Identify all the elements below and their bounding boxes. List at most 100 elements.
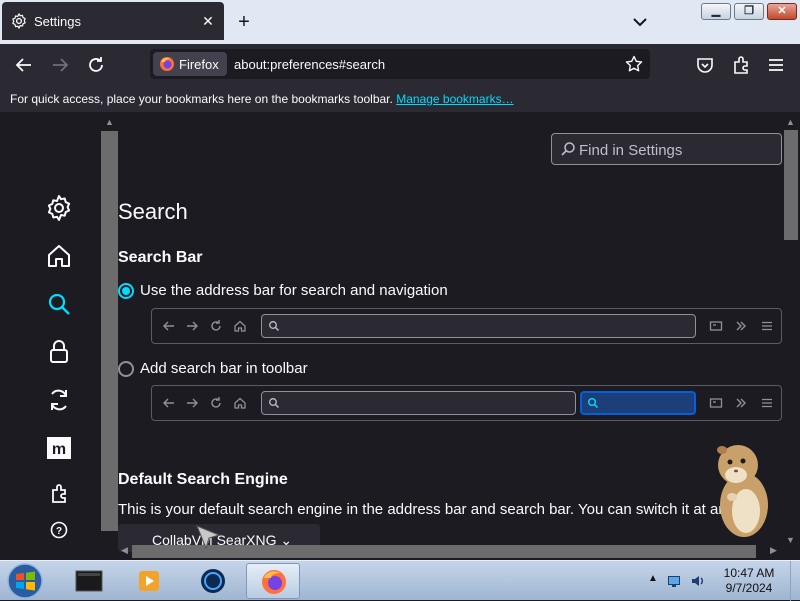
svg-text:?: ? <box>56 526 62 537</box>
reader-view-icon <box>709 398 723 408</box>
scroll-down-arrow[interactable]: ▼ <box>782 535 799 545</box>
tab-settings[interactable]: Settings ✕ <box>2 2 224 40</box>
scroll-up-arrow[interactable]: ▲ <box>101 117 118 127</box>
search-icon <box>588 398 599 409</box>
show-desktop-button[interactable] <box>790 561 800 601</box>
extensions-icon[interactable] <box>730 54 752 76</box>
start-button-icon[interactable] <box>4 562 46 600</box>
help-icon[interactable]: ? <box>44 515 74 545</box>
bookmark-star-icon[interactable] <box>625 55 643 73</box>
scroll-up-arrow[interactable]: ▲ <box>782 117 799 127</box>
default-engine-description: This is your default search engine in th… <box>118 501 735 518</box>
hamster-mascot <box>717 445 768 537</box>
reload-icon <box>211 320 221 331</box>
reload-icon <box>211 397 221 408</box>
find-in-settings[interactable] <box>551 133 782 165</box>
reader-view-icon <box>709 321 723 331</box>
minimize-button[interactable]: ▁ <box>701 3 731 20</box>
tab-label: Settings <box>34 13 81 29</box>
taskbar-item-firefox[interactable] <box>246 563 300 599</box>
sidebar-scrollbar[interactable]: ▲ <box>101 117 118 542</box>
taskbar-item-media-player[interactable] <box>122 563 176 599</box>
content-scrollbar[interactable]: ▲ ▼ <box>782 117 799 545</box>
back-arrow-icon[interactable] <box>13 54 35 76</box>
svg-text:m: m <box>52 441 66 458</box>
network-icon[interactable] <box>666 573 682 589</box>
close-tab-icon[interactable]: ✕ <box>200 13 216 29</box>
address-bar-preview <box>151 308 782 344</box>
identity-box[interactable]: Firefox <box>153 52 227 76</box>
mouse-cursor-icon <box>196 525 221 550</box>
address-bar[interactable]: Firefox about:preferences#search <box>150 49 650 79</box>
url-text[interactable]: about:preferences#search <box>234 57 385 72</box>
scroll-left-arrow[interactable]: ◀ <box>121 545 128 556</box>
radio-toolbar-search[interactable]: Add search bar in toolbar <box>118 360 308 377</box>
home-category-icon[interactable] <box>44 241 74 271</box>
overflow-chevrons-icon <box>736 321 746 331</box>
hamburger-menu-icon <box>762 398 772 408</box>
navigation-toolbar: Firefox about:preferences#search <box>0 44 800 86</box>
search-icon <box>269 321 279 331</box>
reload-icon[interactable] <box>85 54 107 76</box>
home-icon <box>234 320 246 332</box>
volume-icon[interactable] <box>690 573 706 589</box>
sync-icon[interactable] <box>44 385 74 415</box>
radio-address-bar[interactable]: Use the address bar for search and navig… <box>118 282 448 299</box>
forward-arrow-icon[interactable] <box>49 54 71 76</box>
radio-button-selected[interactable] <box>118 282 134 299</box>
search-bar-heading: Search Bar <box>118 249 203 266</box>
terminal-app-icon <box>75 570 103 592</box>
clock-time: 10:47 AM <box>723 566 775 580</box>
system-clock[interactable]: 10:47 AM 9/7/2024 <box>718 566 780 596</box>
radio-label: Add search bar in toolbar <box>140 360 308 377</box>
pocket-icon[interactable] <box>694 54 716 76</box>
back-arrow-icon <box>163 398 174 408</box>
identity-label: Firefox <box>179 56 219 72</box>
radio-label: Use the address bar for search and navig… <box>140 282 448 299</box>
lock-icon[interactable] <box>44 337 74 367</box>
bookmarks-hint-text: For quick access, place your bookmarks h… <box>10 92 393 106</box>
maximize-icon: ❐ <box>744 5 754 17</box>
preview-url-field <box>261 391 576 415</box>
search-icon <box>269 398 279 408</box>
globe-app-icon <box>201 569 225 593</box>
page-title: Search <box>118 199 188 224</box>
maximize-button[interactable]: ❐ <box>734 3 764 20</box>
taskbar-item-browser[interactable] <box>186 563 240 599</box>
home-icon <box>234 397 246 409</box>
close-icon: ✕ <box>777 5 787 17</box>
new-tab-button[interactable]: + <box>232 10 256 34</box>
close-window-button[interactable]: ✕ <box>767 3 797 20</box>
chevron-down-icon[interactable] <box>630 12 650 32</box>
search-category-icon[interactable] <box>44 289 74 319</box>
toolbar-search-preview <box>151 385 782 421</box>
back-arrow-icon <box>163 321 174 331</box>
tab-strip: Settings ✕ + ▁ ❐ ✕ <box>0 0 800 44</box>
scroll-right-arrow[interactable]: ▶ <box>770 545 777 556</box>
default-engine-heading: Default Search Engine <box>118 471 288 488</box>
clock-date: 9/7/2024 <box>725 581 773 595</box>
forward-arrow-icon <box>187 398 198 408</box>
hamburger-menu-icon[interactable] <box>765 54 787 76</box>
manage-bookmarks-link[interactable]: Manage bookmarks… <box>396 92 513 106</box>
firefox-logo-icon <box>262 570 286 594</box>
tray-expand-icon[interactable]: ▲ <box>645 573 661 589</box>
extensions-category-icon[interactable] <box>44 479 74 509</box>
taskbar-item-terminal[interactable] <box>62 563 116 599</box>
category-sidebar: m ? <box>0 112 100 560</box>
forward-arrow-icon <box>187 321 198 331</box>
settings-category-icon[interactable] <box>44 193 74 223</box>
scroll-thumb[interactable] <box>784 130 798 240</box>
preview-search-field <box>580 391 696 415</box>
radio-button[interactable] <box>118 360 134 377</box>
bookmarks-toolbar: For quick access, place your bookmarks h… <box>0 86 800 112</box>
more-from-mozilla-icon[interactable]: m <box>44 433 74 463</box>
preferences-content: m ? ▲ ▲ ▼ Search Search Bar Use the addr… <box>0 112 800 560</box>
preview-url-field <box>261 314 696 338</box>
gear-icon <box>12 13 26 29</box>
search-icon <box>561 142 575 156</box>
scroll-thumb[interactable] <box>132 545 756 558</box>
scroll-thumb[interactable] <box>101 131 118 531</box>
find-in-settings-input[interactable] <box>579 140 774 160</box>
taskbar: ▲ 10:47 AM 9/7/2024 <box>0 560 800 601</box>
